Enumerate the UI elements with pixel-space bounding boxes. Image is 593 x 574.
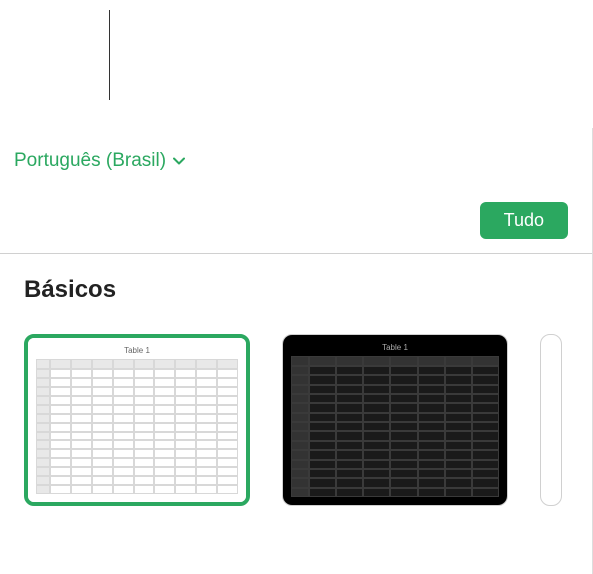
template-label: Table 1 [382,343,408,352]
template-blank-dark[interactable]: Table 1 [282,334,508,506]
template-label: Table 1 [124,346,150,355]
spreadsheet-icon [291,356,499,497]
chevron-down-icon [172,154,186,168]
template-blank-light[interactable]: Table 1 [24,334,250,506]
language-label: Português (Brasil) [14,150,166,172]
filter-all-button[interactable]: Tudo [480,202,568,239]
templates-row: Table 1 Table 1 [24,334,568,506]
template-preview: Table 1 [283,335,507,505]
category-title: Básicos [24,276,568,304]
callout-indicator-line [109,10,110,100]
template-next-peek[interactable] [540,334,562,506]
language-selector[interactable]: Português (Brasil) [14,150,186,172]
spreadsheet-icon [36,359,238,494]
template-chooser-panel: Português (Brasil) Tudo Básicos Table 1 … [0,128,593,574]
filter-button-label: Tudo [504,210,544,230]
template-preview: Table 1 [28,338,246,502]
panel-header: Português (Brasil) Tudo [0,128,592,254]
templates-content: Básicos Table 1 Table 1 [0,254,592,528]
